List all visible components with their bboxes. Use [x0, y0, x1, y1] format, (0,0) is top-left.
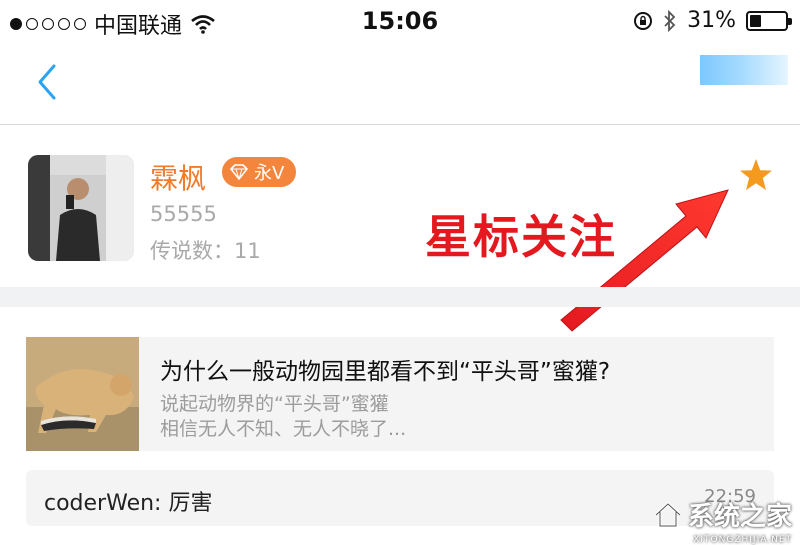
user-name[interactable]: 霖枫 — [150, 157, 206, 197]
vip-badge: 永V — [222, 157, 297, 187]
story-desc-line-2: 相信无人不知、无人不晓了... — [160, 418, 407, 440]
rotation-lock-icon — [634, 11, 653, 30]
site-watermark: 系统之家 XITONGZHIJIA.NET — [654, 496, 792, 545]
navigation-bar — [0, 40, 800, 125]
section-separator — [0, 287, 800, 307]
obscured-nav-action[interactable] — [700, 55, 788, 85]
story-title: 为什么一般动物园里都看不到“平头哥”蜜獾? — [160, 359, 611, 385]
avatar[interactable] — [28, 155, 134, 261]
battery-percent: 31% — [687, 8, 736, 33]
avatar-photo — [28, 155, 134, 261]
vip-badge-label: 永V — [254, 163, 285, 184]
house-logo-icon — [654, 501, 681, 527]
user-id: 55555 — [150, 202, 217, 226]
diamond-icon — [230, 164, 248, 180]
story-thumbnail — [26, 337, 139, 451]
watermark-subtext: XITONGZHIJIA.NET — [693, 535, 792, 545]
battery-icon — [746, 10, 792, 31]
status-bar: 中国联通 15:06 31% — [0, 0, 800, 40]
star-follow-icon[interactable] — [738, 157, 774, 193]
legend-count: 传说数：11 — [150, 239, 261, 263]
status-right: 31% — [633, 8, 792, 33]
story-card[interactable]: 为什么一般动物园里都看不到“平头哥”蜜獾? 说起动物界的“平头哥”蜜獾 相信无人… — [26, 337, 774, 451]
watermark-text: 系统之家 — [687, 502, 792, 532]
back-chevron-icon[interactable] — [30, 60, 74, 104]
story-desc-line-1: 说起动物界的“平头哥”蜜獾 — [160, 393, 389, 415]
bluetooth-icon — [664, 9, 676, 32]
comment-text: coderWen: 厉害 — [44, 491, 213, 516]
profile-header: 霖枫 永V 55555 传说数：11 星标关注 — [0, 125, 800, 287]
star-follow-annotation: 星标关注 — [425, 210, 617, 264]
